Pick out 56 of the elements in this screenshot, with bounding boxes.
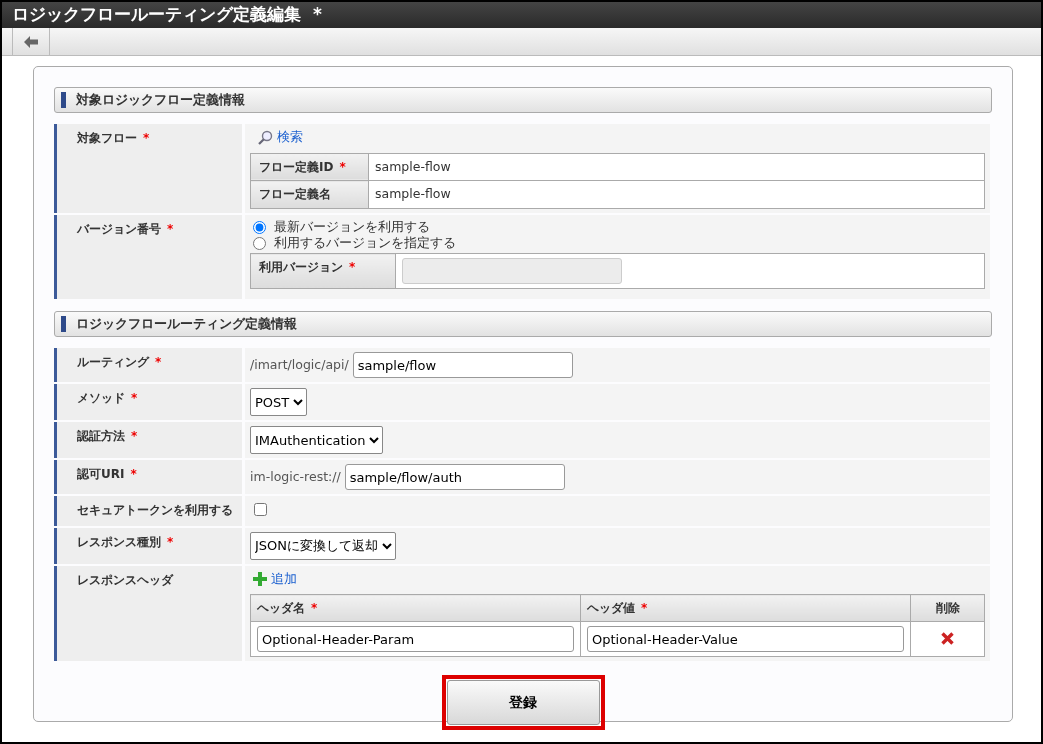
column-header: ヘッダ名: [257, 601, 305, 615]
dropdown[interactable]: POST: [250, 388, 307, 417]
field-label: バージョン番号: [77, 222, 161, 237]
modified-mark: *: [313, 3, 322, 27]
dropdown[interactable]: IMAuthentication: [250, 426, 383, 455]
input-field[interactable]: Optional-Header-Value: [587, 626, 904, 652]
required-mark: *: [143, 131, 150, 145]
field-label: フロー定義名: [259, 187, 331, 202]
field-label: メソッド: [77, 391, 125, 406]
checkbox[interactable]: [254, 503, 267, 517]
input-field[interactable]: sample/flow: [352, 352, 573, 379]
field-label: 利用バージョン: [259, 260, 343, 275]
accent-bar: [61, 92, 66, 108]
required-mark: *: [339, 159, 346, 174]
plus-icon: [253, 572, 267, 587]
dropdown[interactable]: JSONに変換して返却: [250, 531, 396, 560]
field-label: フロー定義ID: [259, 159, 334, 174]
table-cell: sample-flow: [368, 153, 985, 181]
required-mark: *: [349, 260, 356, 275]
field-label: ルーティング: [77, 355, 149, 370]
field-label: レスポンスヘッダ: [77, 572, 173, 587]
radio-label: 利用するバージョンを指定する: [274, 234, 456, 252]
input-field[interactable]: sample/flow/auth: [344, 464, 565, 491]
back-arrow-icon: [24, 35, 38, 48]
section-title: ロジックフロールーティング定義情報: [76, 315, 297, 334]
required-mark: *: [131, 391, 138, 406]
accent-bar: [61, 316, 66, 333]
field-label: 認可URI: [77, 467, 125, 482]
required-mark: *: [167, 534, 174, 549]
url-prefix: im-logic-rest://: [250, 467, 341, 486]
section-title: 対象ロジックフロー定義情報: [76, 91, 245, 110]
close-icon: [941, 632, 954, 645]
input-field[interactable]: Optional-Header-Param: [257, 626, 574, 652]
column-header: ヘッダ値: [587, 601, 635, 615]
required-mark: *: [311, 601, 318, 615]
table-cell: sample-flow: [368, 180, 985, 209]
add-link[interactable]: 追加: [253, 569, 297, 589]
field-label: 対象フロー: [77, 131, 137, 145]
radio-button[interactable]: [253, 236, 266, 250]
required-mark: *: [167, 222, 174, 237]
register-button[interactable]: 登録: [446, 680, 600, 725]
window-title: ロジックフロールーティング定義編集: [12, 3, 301, 27]
field-label: 認証方法: [77, 429, 125, 444]
required-mark: *: [155, 355, 162, 370]
column-header: 削除: [935, 601, 960, 615]
field-label: セキュアトークンを利用する: [77, 503, 233, 518]
url-prefix: /imart/logic/api/: [250, 355, 349, 374]
field-label: レスポンス種別: [77, 534, 161, 549]
search-link[interactable]: 検索: [258, 128, 303, 147]
radio-label: 最新バージョンを利用する: [274, 217, 430, 236]
radio-button[interactable]: [253, 220, 266, 234]
back-button[interactable]: [12, 28, 50, 55]
search-icon: [258, 129, 273, 145]
required-mark: *: [130, 467, 137, 482]
required-mark: *: [641, 601, 648, 615]
required-mark: *: [131, 429, 138, 444]
